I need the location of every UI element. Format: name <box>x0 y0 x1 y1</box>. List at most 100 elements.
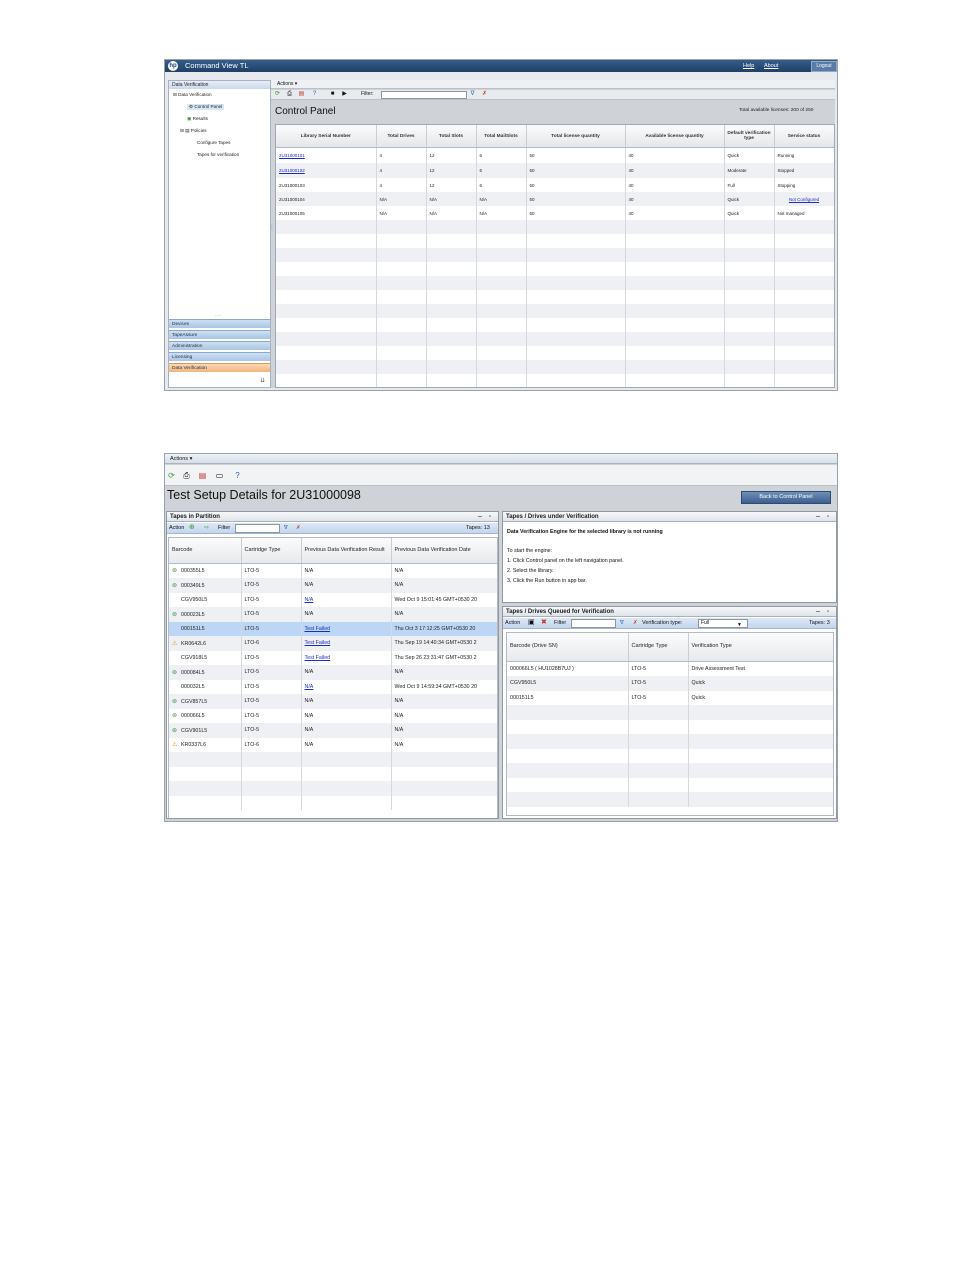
column-header[interactable]: Previous Data Verification Result <box>301 538 392 564</box>
table-row[interactable]: ⊚ 000084L5 LTO-5 N/A N/A <box>169 665 497 680</box>
add-icon[interactable]: ⊕ <box>189 523 195 533</box>
hp-logo: hp <box>168 61 178 71</box>
library-link[interactable]: 2U31000102 <box>279 168 305 173</box>
filter-input[interactable] <box>571 619 616 628</box>
collapse-icon[interactable]: ⊟ <box>173 92 177 97</box>
tree-item-control-panel[interactable]: ⚙ Control Panel <box>187 104 225 110</box>
column-header[interactable]: Total Slots <box>426 125 477 148</box>
table-row[interactable]: 000032L5 LTO-5 N/A Wed Oct 9 14:59:34 GMT+0… <box>169 679 497 694</box>
run-icon[interactable]: ▶ <box>341 91 348 98</box>
clear-filter-icon[interactable]: ✗ <box>481 91 488 98</box>
minimize-icon[interactable]: – <box>816 607 820 617</box>
column-header[interactable]: Total MailSlots <box>476 125 527 148</box>
expand-more-icon[interactable]: ⇊ <box>260 377 265 384</box>
table-row[interactable]: ⊚ CGV857L5 LTO-5 N/A N/A <box>169 694 497 709</box>
refresh-icon[interactable]: ⟳ <box>167 471 176 480</box>
column-header[interactable]: Available license quantity <box>625 125 725 148</box>
configure-link[interactable]: Not Configured <box>789 197 819 202</box>
table-row[interactable]: 2U31000103 4 12 6 50 40 Full Stopping <box>276 178 834 192</box>
table-row[interactable]: CGV918L5 LTO-5 Test Failed Thu Sep 26 23:31… <box>169 650 497 665</box>
filter-input[interactable] <box>235 524 280 533</box>
tree-item-tapes-for-verification[interactable]: Tapes for verification <box>197 152 239 158</box>
tree-item-configure-tapes[interactable]: Configure Tapes <box>197 140 230 146</box>
maximize-icon[interactable]: ▫ <box>827 607 829 617</box>
stop-icon[interactable]: ■ <box>329 91 336 98</box>
about-link[interactable]: About <box>764 62 778 70</box>
minimize-icon[interactable]: – <box>478 512 482 522</box>
verification-type-select[interactable]: Full ▼ <box>698 619 748 628</box>
pdf-icon[interactable]: ▤ <box>198 471 207 480</box>
column-header[interactable]: Barcode (Drive SN) <box>507 633 629 662</box>
actions-menu[interactable]: Actions ▾ <box>165 454 837 464</box>
table-row[interactable]: 000151L5 LTO-5 Test Failed Thu Oct 3 17:12:… <box>169 621 497 636</box>
column-header[interactable]: Cartridge Type <box>628 633 689 662</box>
table-row[interactable]: ⚠ KR0337L6 LTO-6 N/A N/A <box>169 737 497 752</box>
minimize-icon[interactable]: – <box>816 512 820 522</box>
table-row[interactable]: ⊚ 000066L5 LTO-5 N/A N/A <box>169 708 497 723</box>
accordion-data-verification[interactable]: Data Verification <box>169 363 270 372</box>
help-link[interactable]: Help <box>743 62 754 70</box>
export-icon[interactable]: ▭ <box>215 471 224 480</box>
accordion-licensing[interactable]: Licensing <box>169 352 270 361</box>
column-header[interactable]: Cartridge Type <box>241 538 302 564</box>
chevron-down-icon[interactable]: ▼ <box>737 620 742 630</box>
clear-filter-icon[interactable]: ✗ <box>296 523 301 533</box>
actions-menu[interactable]: Actions ▾ <box>271 80 835 89</box>
maximize-icon[interactable]: ▫ <box>489 512 491 522</box>
collapse-icon[interactable]: ⊟ <box>180 128 184 133</box>
table-row[interactable]: 2U31000101 4 12 6 50 40 Quick Running <box>276 147 834 163</box>
result-link[interactable]: Test Failed <box>305 655 331 661</box>
column-header[interactable]: Verification Type <box>688 633 833 662</box>
delete-icon[interactable]: ✖ <box>541 618 547 628</box>
library-link[interactable]: 2U31000101 <box>279 153 305 158</box>
result-link[interactable]: N/A <box>305 597 314 603</box>
move-icon[interactable]: ⇨ <box>204 523 209 533</box>
table-row[interactable]: ⚠ KR0642L6 LTO-6 Test Failed Thu Sep 19 14:4… <box>169 636 497 651</box>
table-cell <box>476 290 527 304</box>
tree-item-policies[interactable]: ⊟ ▤ Policies <box>180 128 207 134</box>
table-row[interactable]: ⊚ CGV901L5 LTO-5 N/A N/A <box>169 723 497 738</box>
help-icon[interactable]: ? <box>233 471 242 480</box>
table-row[interactable]: 000151L5 LTO-5 Quick <box>507 690 833 705</box>
column-header[interactable]: Total license quantity <box>526 125 626 148</box>
accordion-devices[interactable]: Devices <box>169 319 270 328</box>
filter-icon[interactable]: ∇ <box>284 523 288 533</box>
tree-item-data-verification[interactable]: ⊟ Data Verification <box>173 92 212 98</box>
back-to-control-panel-button[interactable]: Back to Control Panel <box>741 491 831 504</box>
table-row[interactable]: ⊚ 000023L5 LTO-5 N/A N/A <box>169 607 497 622</box>
table-row[interactable]: CGV950L5 LTO-5 N/A Wed Oct 9 15:01:45 GMT+0… <box>169 592 497 607</box>
result-link[interactable]: Test Failed <box>305 626 331 632</box>
table-row[interactable]: ⊚ 000355L5 LTO-5 N/A N/A <box>169 563 497 578</box>
table-row[interactable]: 2U31000102 4 12 6 50 40 Moderate Stopped <box>276 163 834 178</box>
table-row[interactable]: 2U31000104 N/A N/A N/A 50 40 Quick Not Configur… <box>276 192 834 206</box>
splitter-handle-icon[interactable]: ⋮ <box>269 224 275 231</box>
tree-item-results[interactable]: ▣ Results <box>187 116 208 122</box>
column-header[interactable]: Total Drives <box>376 125 427 148</box>
accordion-administration[interactable]: Administration <box>169 341 270 350</box>
filter-icon[interactable]: ∇ <box>469 91 476 98</box>
table-row[interactable]: ⊚ 000349L5 LTO-5 N/A N/A <box>169 578 497 593</box>
column-header[interactable]: Library Serial Number <box>276 125 377 148</box>
result-link[interactable]: Test Failed <box>305 640 331 646</box>
refresh-icon[interactable]: ⟳ <box>274 91 281 98</box>
print-icon[interactable]: ⎙ <box>286 91 293 98</box>
table-cell <box>476 220 527 234</box>
print-icon[interactable]: ⎙ <box>182 471 191 480</box>
column-header[interactable]: Default verification type <box>724 125 775 148</box>
maximize-icon[interactable]: ▫ <box>827 512 829 522</box>
logout-button[interactable]: Logout <box>811 61 837 72</box>
save-icon[interactable]: ▣ <box>528 618 535 628</box>
help-icon[interactable]: ? <box>311 91 318 98</box>
result-link[interactable]: N/A <box>305 684 314 690</box>
pdf-icon[interactable]: ▤ <box>298 91 305 98</box>
column-header[interactable]: Previous Data Verification Date <box>391 538 497 564</box>
table-row[interactable]: 000066L5 ( HU1028B7UJ ) LTO-5 Drive Assess… <box>507 661 833 676</box>
accordion-tapeassure[interactable]: TapeAssure <box>169 330 270 339</box>
column-header[interactable]: Barcode <box>169 538 242 564</box>
filter-icon[interactable]: ∇ <box>620 618 624 628</box>
table-row[interactable]: 2U31000105 N/A N/A N/A 50 40 Quick Not managed <box>276 206 834 220</box>
filter-input[interactable] <box>381 91 467 99</box>
column-header[interactable]: Service status <box>774 125 834 148</box>
table-row[interactable]: CGV950L5 LTO-5 Quick <box>507 676 833 691</box>
clear-filter-icon[interactable]: ✗ <box>633 618 638 628</box>
